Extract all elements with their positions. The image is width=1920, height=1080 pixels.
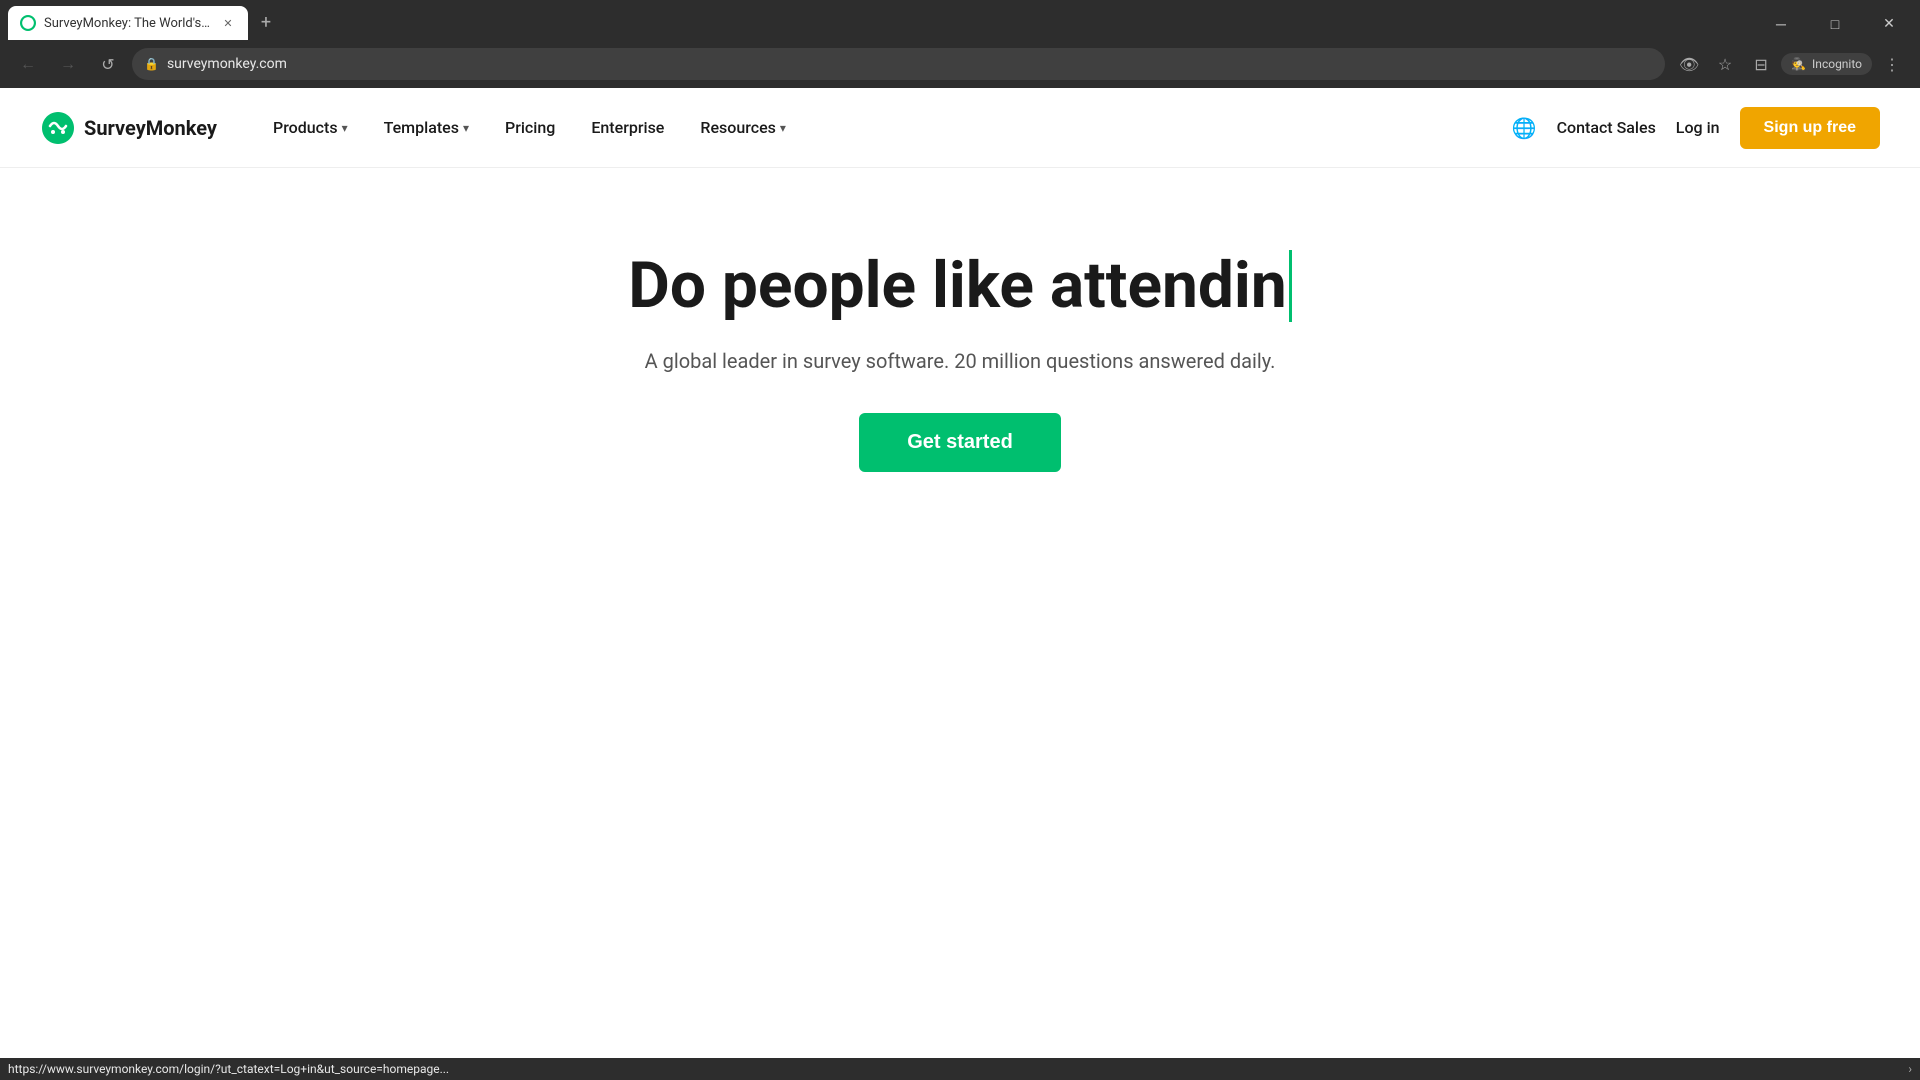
incognito-label: Incognito (1812, 57, 1862, 71)
hero-section: Do people like attendin A global leader … (0, 168, 1920, 552)
hero-title: Do people like attendin (628, 248, 1291, 325)
incognito-indicator: 🕵 Incognito (1781, 53, 1872, 75)
nav-label-pricing: Pricing (505, 118, 555, 137)
browser-tab-bar: SurveyMonkey: The World's M... ✕ + ─ □ ✕ (0, 0, 1920, 40)
nav-label-enterprise: Enterprise (591, 118, 664, 137)
contact-sales-link[interactable]: Contact Sales (1557, 118, 1656, 137)
chevron-down-icon-2: ▾ (463, 121, 469, 135)
window-controls: ─ □ ✕ (1758, 8, 1912, 40)
hero-subtitle: A global leader in survey software. 20 m… (645, 349, 1276, 373)
incognito-icon: 🕵 (1791, 57, 1806, 71)
lock-icon: 🔒 (144, 57, 159, 71)
minimize-button[interactable]: ─ (1758, 8, 1804, 40)
nav-label-products: Products (273, 118, 338, 137)
chevron-down-icon: ▾ (342, 121, 348, 135)
bookmark-button[interactable]: ☆ (1709, 48, 1741, 80)
nav-item-pricing[interactable]: Pricing (489, 110, 571, 145)
sidebar-button[interactable]: ⊟ (1745, 48, 1777, 80)
logo-icon (40, 110, 76, 146)
browser-chrome: SurveyMonkey: The World's M... ✕ + ─ □ ✕… (0, 0, 1920, 88)
header-actions: 🌐 Contact Sales Log in Sign up free (1512, 107, 1880, 149)
hero-title-text: Do people like attendin (628, 248, 1286, 325)
site-nav: Products ▾ Templates ▾ Pricing Enterpris… (257, 110, 1512, 145)
tab-title: SurveyMonkey: The World's M... (44, 16, 212, 31)
status-right: › (1908, 1062, 1912, 1076)
logo-link[interactable]: SurveyMonkey (40, 110, 217, 146)
more-button[interactable]: ⋮ (1876, 48, 1908, 80)
back-button[interactable]: ← (12, 48, 44, 80)
status-bar: https://www.surveymonkey.com/login/?ut_c… (0, 1058, 1920, 1080)
nav-label-resources: Resources (700, 118, 776, 137)
close-button[interactable]: ✕ (1866, 8, 1912, 40)
text-cursor (1289, 250, 1292, 322)
maximize-button[interactable]: □ (1812, 8, 1858, 40)
logo-text: SurveyMonkey (84, 116, 217, 140)
chevron-down-icon-3: ▾ (780, 121, 786, 135)
nav-item-enterprise[interactable]: Enterprise (575, 110, 680, 145)
status-url: https://www.surveymonkey.com/login/?ut_c… (8, 1062, 449, 1076)
forward-button[interactable]: → (52, 48, 84, 80)
get-started-button[interactable]: Get started (859, 413, 1061, 472)
site-header: SurveyMonkey Products ▾ Templates ▾ Pric… (0, 88, 1920, 168)
login-link[interactable]: Log in (1676, 118, 1720, 137)
signup-button[interactable]: Sign up free (1740, 107, 1880, 149)
globe-icon[interactable]: 🌐 (1512, 116, 1537, 140)
nav-item-resources[interactable]: Resources ▾ (684, 110, 802, 145)
hide-button[interactable]: 👁 (1673, 48, 1705, 80)
status-expand-icon[interactable]: › (1908, 1062, 1912, 1076)
new-tab-button[interactable]: + (252, 8, 280, 36)
nav-item-templates[interactable]: Templates ▾ (368, 110, 485, 145)
nav-label-templates: Templates (384, 118, 459, 137)
browser-action-buttons: 👁 ☆ ⊟ 🕵 Incognito ⋮ (1673, 48, 1908, 80)
refresh-button[interactable]: ↺ (92, 48, 124, 80)
address-bar[interactable]: 🔒 surveymonkey.com (132, 48, 1665, 80)
browser-addressbar: ← → ↺ 🔒 surveymonkey.com 👁 ☆ ⊟ 🕵 Incogni… (0, 40, 1920, 88)
active-tab[interactable]: SurveyMonkey: The World's M... ✕ (8, 6, 248, 40)
website-content: SurveyMonkey Products ▾ Templates ▾ Pric… (0, 88, 1920, 1040)
tab-close-button[interactable]: ✕ (220, 15, 236, 31)
address-text: surveymonkey.com (167, 56, 1653, 72)
nav-item-products[interactable]: Products ▾ (257, 110, 364, 145)
tab-favicon (20, 15, 36, 31)
